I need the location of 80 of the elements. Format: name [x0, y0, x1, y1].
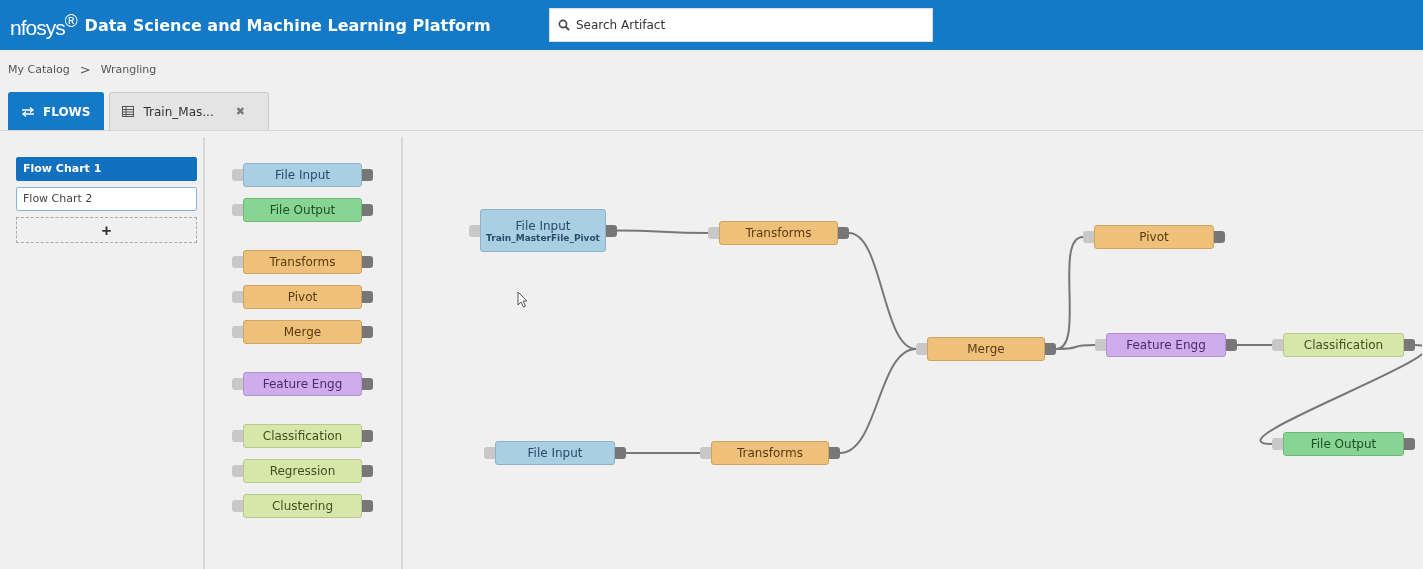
logo: nfosys$^{®}$ [10, 10, 77, 40]
output-port [1045, 343, 1056, 355]
flow-node[interactable]: File Input [495, 441, 615, 465]
flow-node[interactable]: Transforms [719, 221, 838, 245]
output-port [606, 224, 617, 237]
node-label: File Output [1310, 437, 1377, 451]
node-label: Merge [967, 342, 1005, 356]
input-port [232, 500, 243, 512]
output-port [362, 430, 373, 442]
node-label: File Input [515, 218, 571, 233]
output-port [362, 465, 373, 477]
breadcrumb-link[interactable]: Wrangling [100, 62, 157, 76]
input-port [232, 465, 243, 477]
search-icon [558, 19, 570, 31]
flow-node[interactable]: Transforms [711, 441, 829, 465]
input-port [232, 291, 243, 303]
node-label: Classification [1303, 338, 1384, 352]
breadcrumb-link[interactable]: My Catalog [8, 62, 70, 76]
input-port [232, 326, 243, 338]
table-icon [121, 106, 134, 117]
input-port [232, 256, 243, 268]
input-port [232, 378, 243, 390]
input-port [1272, 438, 1283, 450]
palette-node[interactable]: Regression [243, 459, 362, 483]
cursor-icon [517, 291, 528, 308]
output-port [362, 169, 373, 181]
input-port [708, 227, 719, 239]
palette-node[interactable]: Transforms [243, 250, 362, 274]
output-port [1404, 339, 1415, 351]
palette-node[interactable]: Classification [243, 424, 362, 448]
output-port [1404, 438, 1415, 450]
tab[interactable]: FLOWS [8, 92, 104, 130]
palette-node[interactable]: File Input [243, 163, 362, 187]
add-flow-chart-button[interactable]: + [16, 217, 197, 243]
output-port [362, 500, 373, 512]
close-icon[interactable]: ✖ [235, 105, 245, 118]
input-port [484, 447, 495, 459]
tab[interactable]: Train_Mas... ✖ [108, 92, 269, 130]
search-field[interactable]: Search Artifact [549, 8, 933, 42]
input-port [1272, 339, 1283, 351]
flow-node[interactable]: Classification [1283, 333, 1404, 357]
palette-node[interactable]: File Output [243, 198, 362, 222]
output-port [1214, 231, 1225, 243]
node-label: File Input [527, 446, 583, 460]
palette-node[interactable]: Pivot [243, 285, 362, 309]
node-label: Transforms [737, 446, 803, 460]
input-port [232, 430, 243, 442]
palette-node[interactable]: Clustering [243, 494, 362, 518]
input-port [700, 447, 711, 459]
flow-node[interactable]: Pivot [1094, 225, 1214, 249]
input-port [1083, 231, 1094, 243]
flow-node[interactable]: File Output [1283, 432, 1404, 456]
input-port [1095, 339, 1106, 351]
output-port [362, 378, 373, 390]
output-port [838, 227, 849, 239]
input-port [232, 169, 243, 181]
flow-chart-item[interactable]: Flow Chart 2 [16, 187, 197, 211]
node-label: Feature Engg [1126, 338, 1206, 352]
output-port [362, 291, 373, 303]
input-port [469, 224, 480, 237]
output-port [362, 204, 373, 216]
breadcrumb-separator: > [79, 61, 91, 77]
output-port [1226, 339, 1237, 351]
palette-node[interactable]: Feature Engg [243, 372, 362, 396]
input-port [232, 204, 243, 216]
output-port [829, 447, 840, 459]
flow-node[interactable]: Merge [927, 337, 1045, 361]
flow-node[interactable]: Feature Engg [1106, 333, 1226, 357]
swap-arrows-icon [21, 106, 35, 117]
flow-chart-item[interactable]: Flow Chart 1 [16, 157, 197, 181]
node-label: Pivot [1139, 230, 1169, 244]
app-title: Data Science and Machine Learning Platform [84, 15, 491, 35]
node-subtitle: Train_MasterFile_Pivot [486, 232, 600, 243]
output-port [362, 256, 373, 268]
node-label: Transforms [745, 226, 812, 240]
palette-node[interactable]: Merge [243, 320, 362, 344]
input-port [916, 343, 927, 355]
output-port [615, 447, 626, 459]
output-port [362, 326, 373, 338]
flow-node[interactable]: File Input Train_MasterFile_Pivot [480, 209, 606, 252]
